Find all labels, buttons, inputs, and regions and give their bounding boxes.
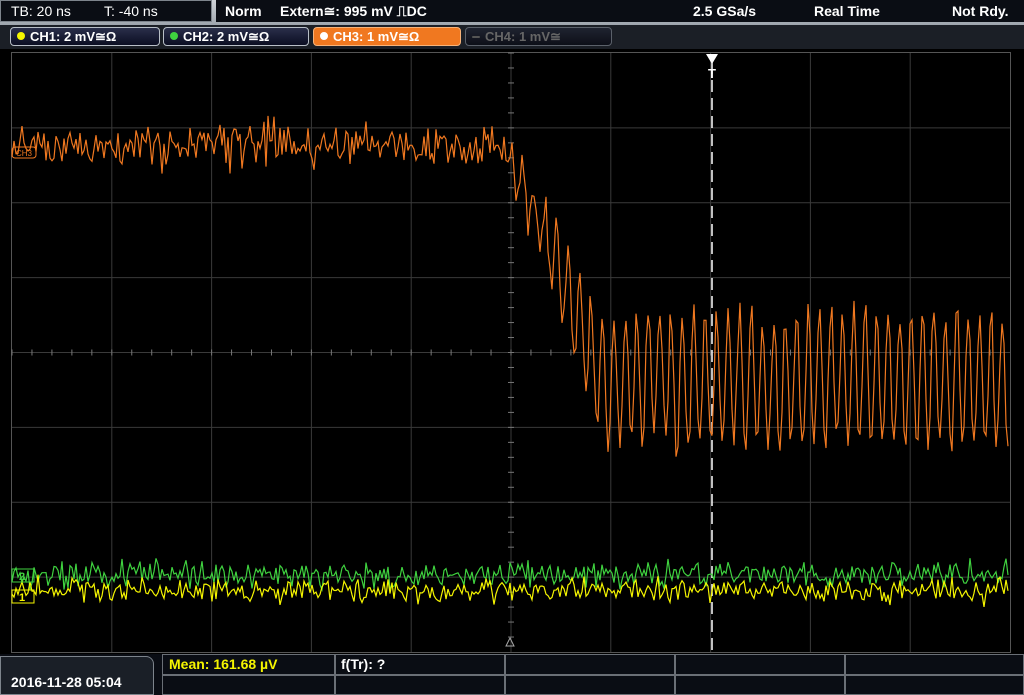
channel-3-marker[interactable]: CH3 [11,146,37,159]
measurement-empty-cell[interactable] [675,654,845,675]
datetime-box: 2016-11-28 05:04 [0,656,154,695]
measurement-empty-cell[interactable] [335,675,505,695]
channel-3-marker-label: CH3 [16,149,33,158]
measurement-empty-cell[interactable] [845,675,1024,695]
measurement-ftr-value: f(Tr): ? [341,656,386,672]
center-arrow-icon [505,636,515,647]
trigger-arrow-icon [706,54,718,64]
measurement-mean-value: Mean: 161.68 µV [169,656,278,672]
grid [11,52,1010,652]
measurement-empty-cell[interactable] [505,675,675,695]
channel-1-trace [11,574,1009,607]
trigger-marker: T [708,66,716,81]
datetime-label: 2016-11-28 05:04 [11,674,122,690]
channel-3-trace [11,115,1009,457]
measurement-panel: Mean: 161.68 µV f(Tr): ? [162,654,1024,695]
channel-2-marker-label: 2 [19,571,25,583]
measurement-empty-cell[interactable] [845,654,1024,675]
channel-2-marker[interactable]: 2 [11,568,35,583]
waveform-graph: T CH3 2 1 [11,52,1010,652]
measurement-empty-cell[interactable] [675,675,845,695]
channel-1-marker-label: 1 [19,592,25,604]
measurement-empty-cell[interactable] [162,675,335,695]
measurement-empty-cell[interactable] [505,654,675,675]
